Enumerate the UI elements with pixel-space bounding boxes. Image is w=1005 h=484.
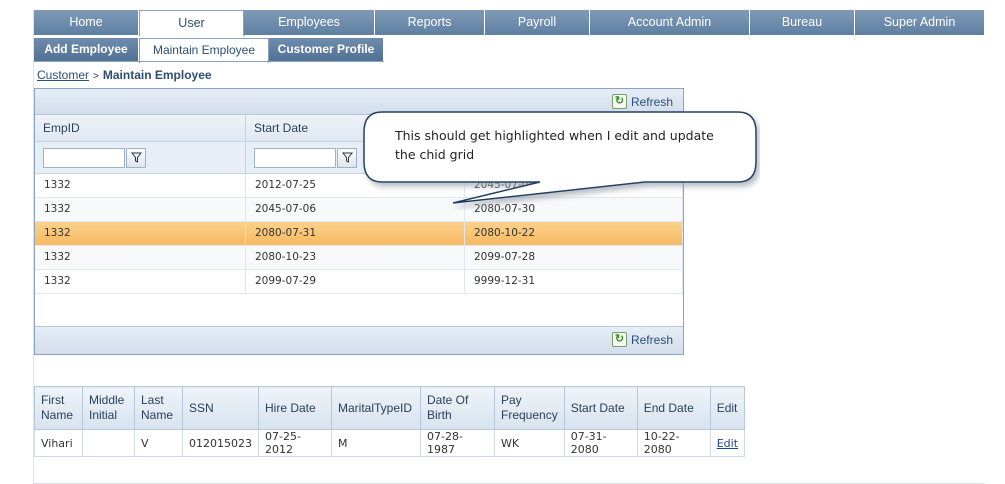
cell-ssn: 012015023: [182, 429, 259, 457]
cell-last-name: V: [134, 429, 183, 457]
cell-end-date: 9999-12-31: [465, 270, 683, 293]
breadcrumb-separator: >: [93, 71, 99, 82]
cell-start-date: 2080-07-31: [246, 222, 465, 245]
column-header-middle-initial: Middle Initial: [82, 386, 135, 430]
column-header-marital-type: MaritalTypeID: [331, 386, 421, 430]
nav-underline: [34, 61, 384, 62]
breadcrumb-customer-link[interactable]: Customer: [37, 68, 89, 82]
subnav-tab-customer-profile[interactable]: Customer Profile: [269, 38, 384, 62]
cell-end-date: 10-22-2080: [636, 429, 711, 457]
filter-icon[interactable]: [337, 147, 357, 168]
cell-pay-frequency: WK: [494, 429, 565, 457]
nav-tab-bureau[interactable]: Bureau: [750, 10, 855, 35]
nav-tab-user[interactable]: User: [139, 10, 244, 36]
main-nav: Home User Employees Reports Payroll Acco…: [34, 10, 985, 36]
refresh-button-top[interactable]: ↻ Refresh: [611, 94, 673, 109]
nav-tab-employees[interactable]: Employees: [244, 10, 375, 35]
employee-detail-table: First Name Middle Initial Last Name SSN …: [34, 386, 746, 457]
cell-hire-date: 07-25-2012: [258, 429, 332, 457]
nav-tab-reports[interactable]: Reports: [375, 10, 485, 35]
column-header-start-date: Start Date: [563, 386, 638, 430]
callout-text: This should get highlighted when I edit …: [395, 128, 714, 162]
table-row[interactable]: 1332 2080-10-23 2099-07-28: [35, 246, 683, 270]
nav-tab-account-admin[interactable]: Account Admin: [590, 10, 750, 35]
sub-nav: Add Employee Maintain Employee Customer …: [34, 38, 384, 63]
column-header-hire-date: Hire Date: [258, 386, 332, 430]
cell-empid: 1332: [35, 222, 246, 245]
column-header-last-name: Last Name: [134, 386, 183, 430]
cell-start-date: 07-31-2080: [563, 429, 638, 457]
cell-empid: 1332: [35, 246, 246, 269]
cell-end-date: 2099-07-28: [465, 246, 683, 269]
refresh-icon: ↻: [611, 94, 627, 109]
cell-empid: 1332: [35, 198, 246, 221]
breadcrumb: Customer > Maintain Employee: [37, 68, 212, 82]
detail-header-row: First Name Middle Initial Last Name SSN …: [34, 386, 746, 430]
column-header-pay-frequency: Pay Frequency: [494, 386, 565, 430]
cell-empid: 1332: [35, 174, 246, 197]
column-header-first-name: First Name: [34, 386, 83, 430]
refresh-label: Refresh: [630, 94, 673, 109]
grid-footer: ↻ Refresh: [35, 326, 683, 354]
refresh-icon: ↻: [611, 332, 627, 347]
empid-filter-input[interactable]: [43, 147, 125, 168]
column-header-ssn: SSN: [182, 386, 259, 430]
edit-link[interactable]: Edit: [709, 429, 746, 457]
cell-empid: 1332: [35, 270, 246, 293]
column-header-empid[interactable]: EmpID: [35, 115, 246, 141]
filter-cell-empid: [35, 142, 246, 173]
column-header-date-of-birth: Date Of Birth: [420, 386, 495, 430]
cell-first-name: Vihari: [34, 429, 83, 457]
filter-icon[interactable]: [126, 147, 146, 168]
table-row-selected[interactable]: 1332 2080-07-31 2080-10-22: [35, 222, 683, 246]
refresh-button-bottom[interactable]: ↻ Refresh: [611, 332, 673, 347]
nav-tab-home[interactable]: Home: [34, 10, 139, 35]
subnav-tab-maintain-employee[interactable]: Maintain Employee: [139, 38, 269, 63]
cell-marital-type: M: [331, 429, 421, 457]
refresh-label: Refresh: [630, 332, 673, 347]
nav-tab-payroll[interactable]: Payroll: [485, 10, 590, 35]
column-header-edit: Edit: [709, 386, 746, 430]
column-header-end-date: End Date: [636, 386, 711, 430]
table-row[interactable]: 1332 2099-07-29 9999-12-31: [35, 270, 683, 294]
subnav-tab-add-employee[interactable]: Add Employee: [34, 38, 139, 62]
cell-end-date: 2080-10-22: [465, 222, 683, 245]
cell-start-date: 2080-10-23: [246, 246, 465, 269]
start-date-filter-input[interactable]: [254, 147, 336, 168]
cell-start-date: 2099-07-29: [246, 270, 465, 293]
table-row: Vihari V 012015023 07-25-2012 M 07-28-19…: [34, 429, 746, 457]
cell-date-of-birth: 07-28-1987: [420, 429, 495, 457]
cell-middle-initial: [82, 429, 135, 457]
callout-annotation: This should get highlighted when I edit …: [360, 110, 760, 210]
nav-tab-super-admin[interactable]: Super Admin: [855, 10, 985, 35]
breadcrumb-current: Maintain Employee: [102, 68, 212, 82]
